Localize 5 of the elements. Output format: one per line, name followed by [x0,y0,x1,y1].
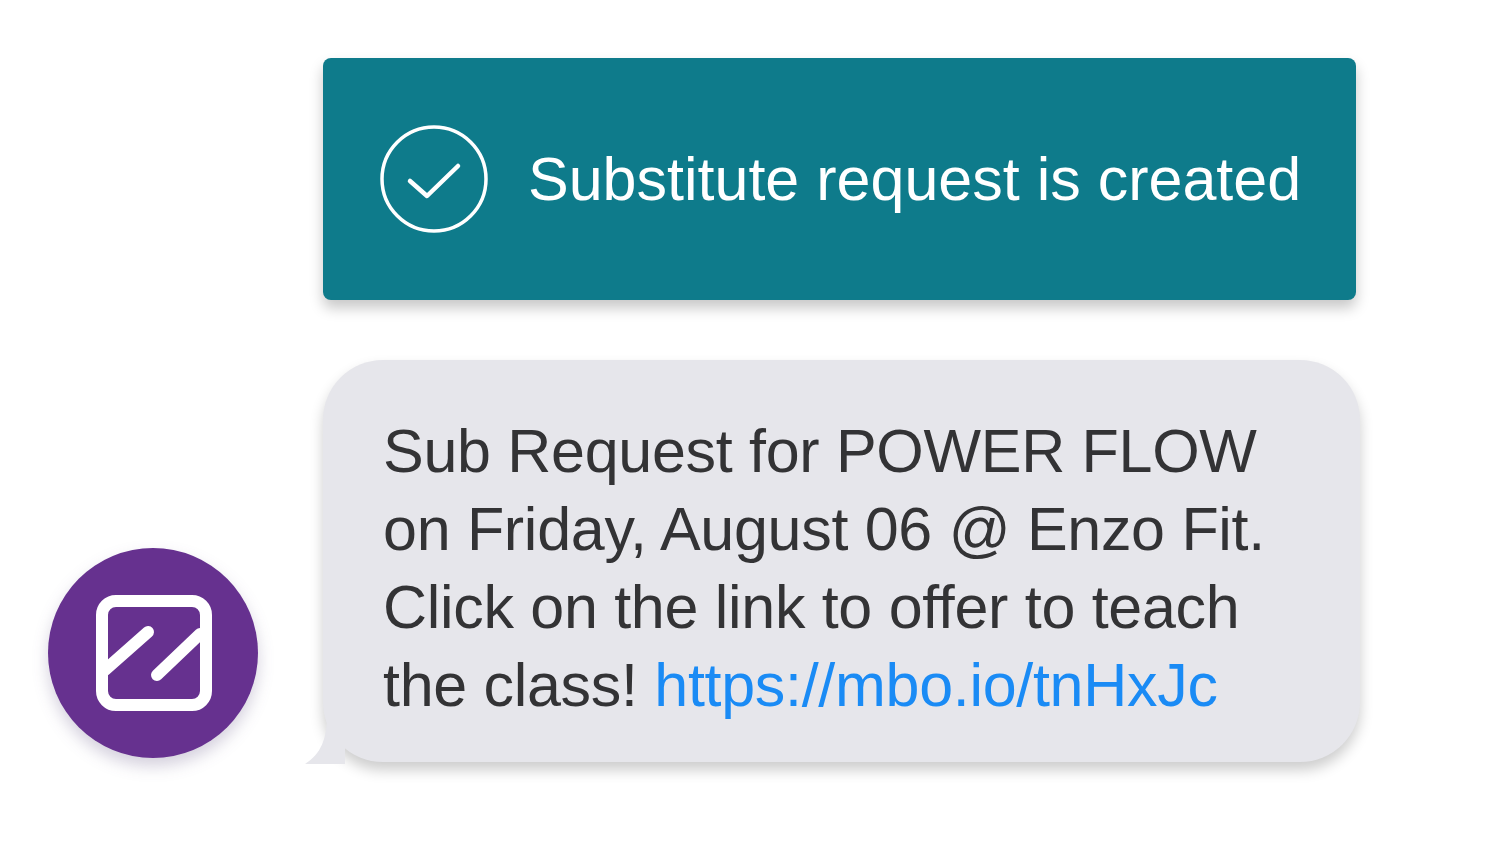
check-circle-icon [380,125,488,233]
toast-message: Substitute request is created [528,144,1302,214]
message-text: Sub Request for POWER FLOW on Friday, August 06 @ Enzo Fit. Click on the link to offer to teach the class! https://mbo.io/tnHxJc [383,416,1266,721]
app-logo-icon [48,548,258,758]
message-link[interactable]: https://mbo.io/tnHxJc [654,651,1218,719]
